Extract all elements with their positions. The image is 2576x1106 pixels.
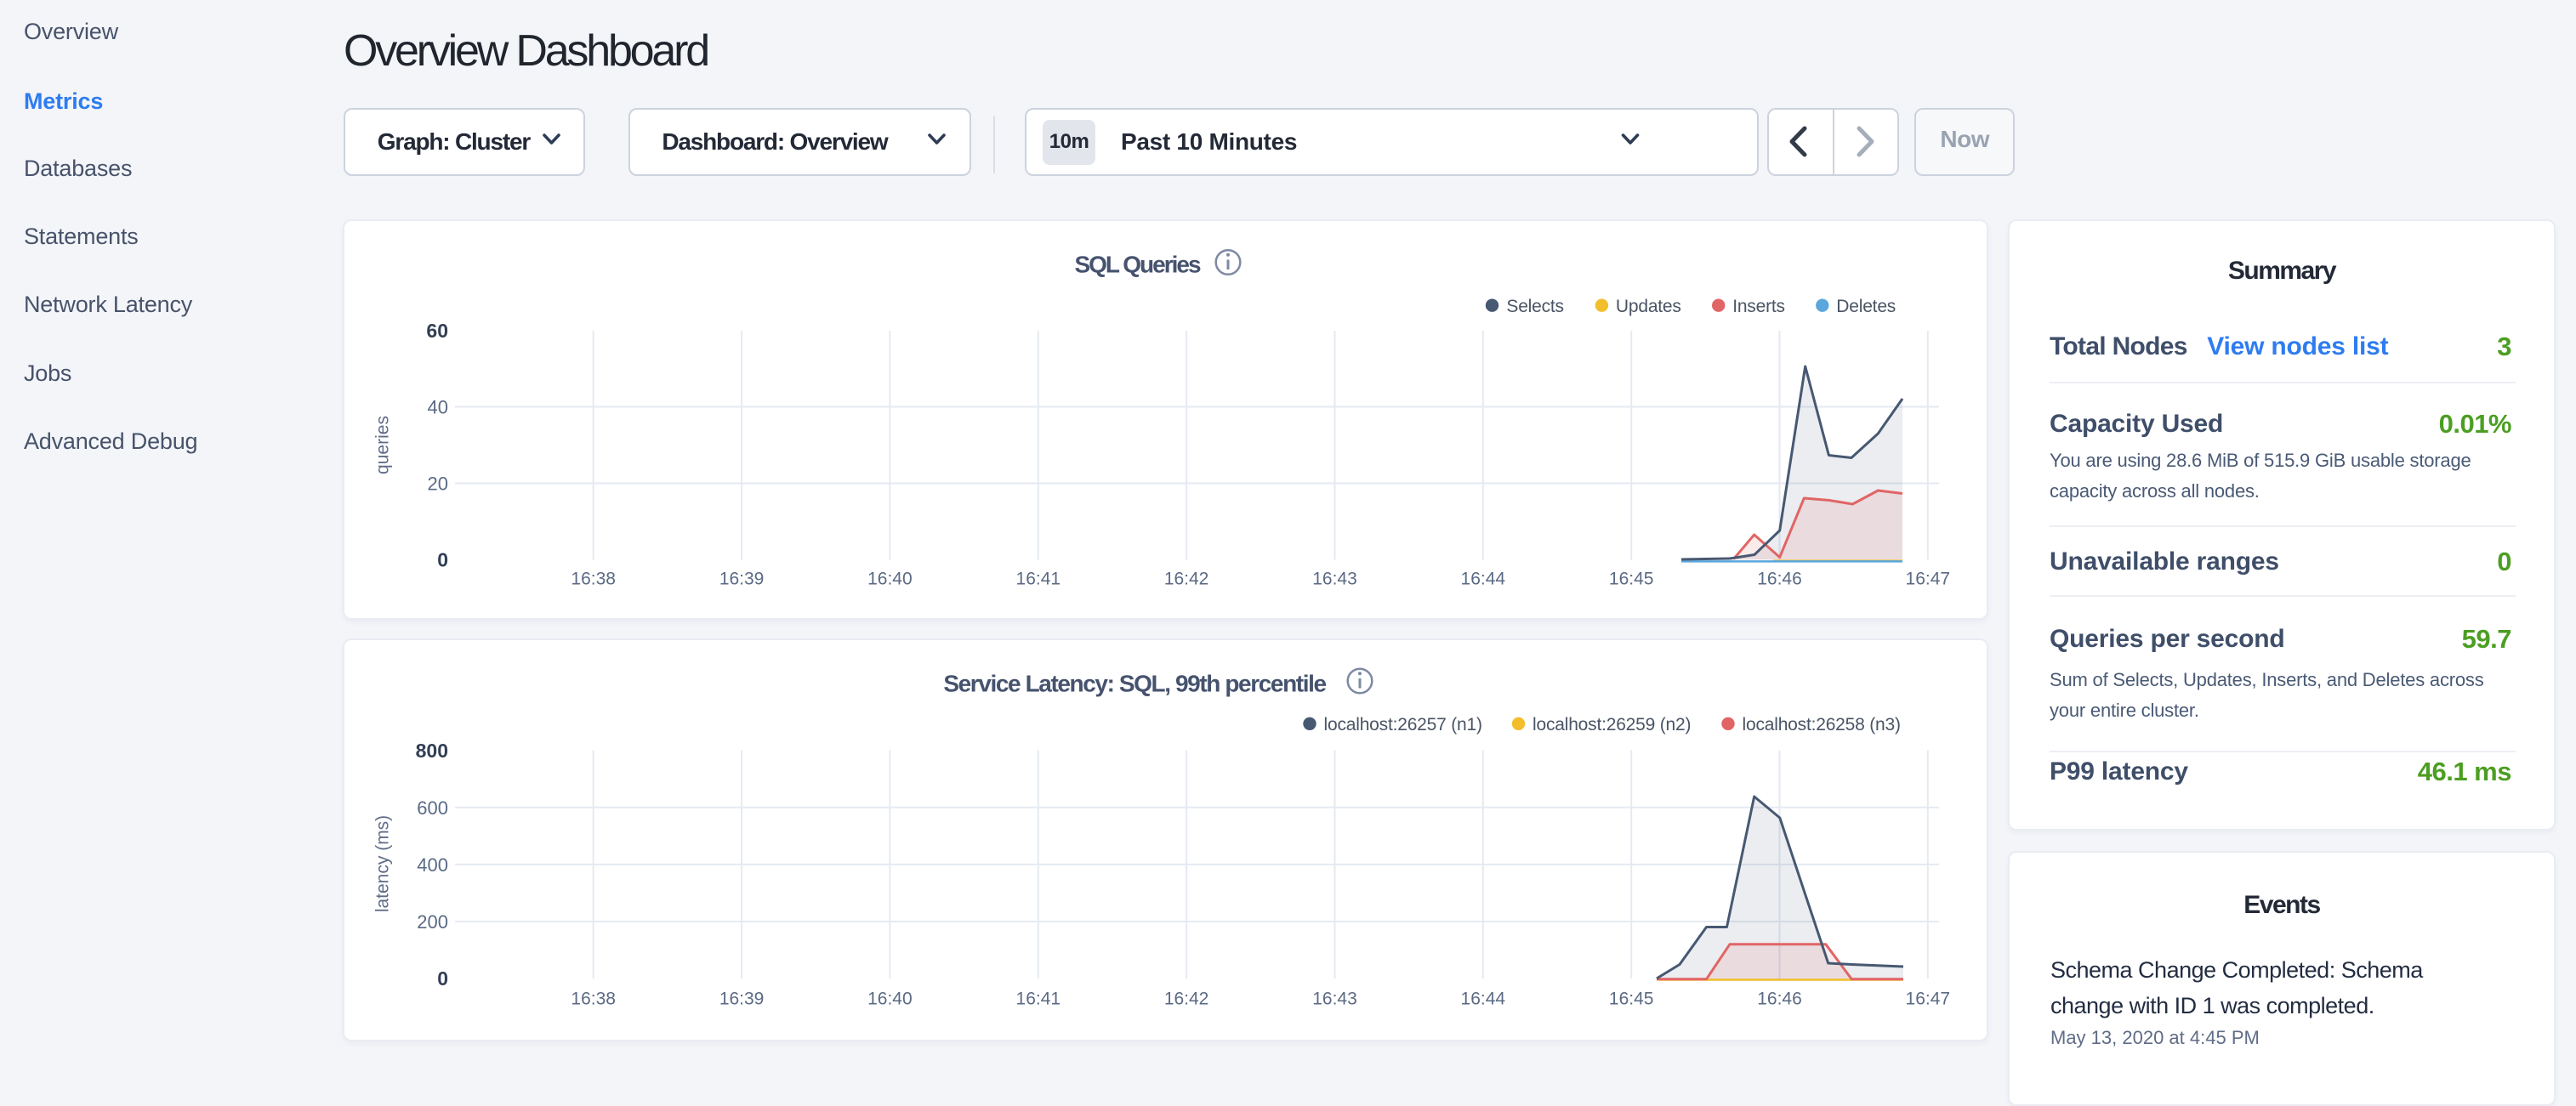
svg-text:queries: queries [373,416,393,474]
svg-text:localhost:26257 (n1): localhost:26257 (n1) [1324,715,1482,734]
svg-text:SQL Queries: SQL Queries [1074,252,1201,278]
svg-text:localhost:26259 (n2): localhost:26259 (n2) [1533,715,1691,734]
svg-text:Deletes: Deletes [1836,297,1896,316]
svg-text:16:40: 16:40 [867,990,913,1009]
svg-text:16:47: 16:47 [1906,990,1951,1009]
svg-text:Updates: Updates [1616,297,1681,316]
svg-text:60: 60 [426,320,448,342]
svg-text:20: 20 [428,474,448,495]
svg-text:16:39: 16:39 [719,990,765,1009]
svg-text:16:46: 16:46 [1757,570,1802,589]
svg-text:16:45: 16:45 [1609,990,1654,1009]
svg-text:600: 600 [417,797,448,819]
svg-text:16:46: 16:46 [1757,990,1802,1009]
svg-text:Selects: Selects [1506,297,1563,316]
svg-text:16:43: 16:43 [1312,990,1357,1009]
svg-text:400: 400 [417,854,448,876]
svg-text:16:38: 16:38 [571,990,616,1009]
svg-text:40: 40 [428,397,448,418]
svg-text:16:45: 16:45 [1609,570,1654,589]
svg-text:16:44: 16:44 [1461,990,1506,1009]
svg-text:16:44: 16:44 [1461,570,1506,589]
svg-text:16:41: 16:41 [1016,990,1061,1009]
svg-text:Service Latency: SQL, 99th per: Service Latency: SQL, 99th percentile [943,670,1326,696]
svg-text:200: 200 [417,911,448,933]
svg-text:latency (ms): latency (ms) [373,815,393,912]
svg-text:800: 800 [416,740,448,762]
svg-text:16:43: 16:43 [1312,570,1357,589]
svg-text:16:41: 16:41 [1016,570,1061,589]
svg-text:localhost:26258 (n3): localhost:26258 (n3) [1743,715,1901,734]
svg-text:0: 0 [437,967,448,990]
svg-text:16:40: 16:40 [867,570,913,589]
svg-text:Inserts: Inserts [1732,297,1785,316]
svg-text:16:42: 16:42 [1164,570,1209,589]
svg-text:16:42: 16:42 [1164,990,1209,1009]
svg-text:16:39: 16:39 [719,570,765,589]
svg-text:16:47: 16:47 [1906,570,1951,589]
svg-text:16:38: 16:38 [571,570,616,589]
svg-text:0: 0 [437,549,448,571]
